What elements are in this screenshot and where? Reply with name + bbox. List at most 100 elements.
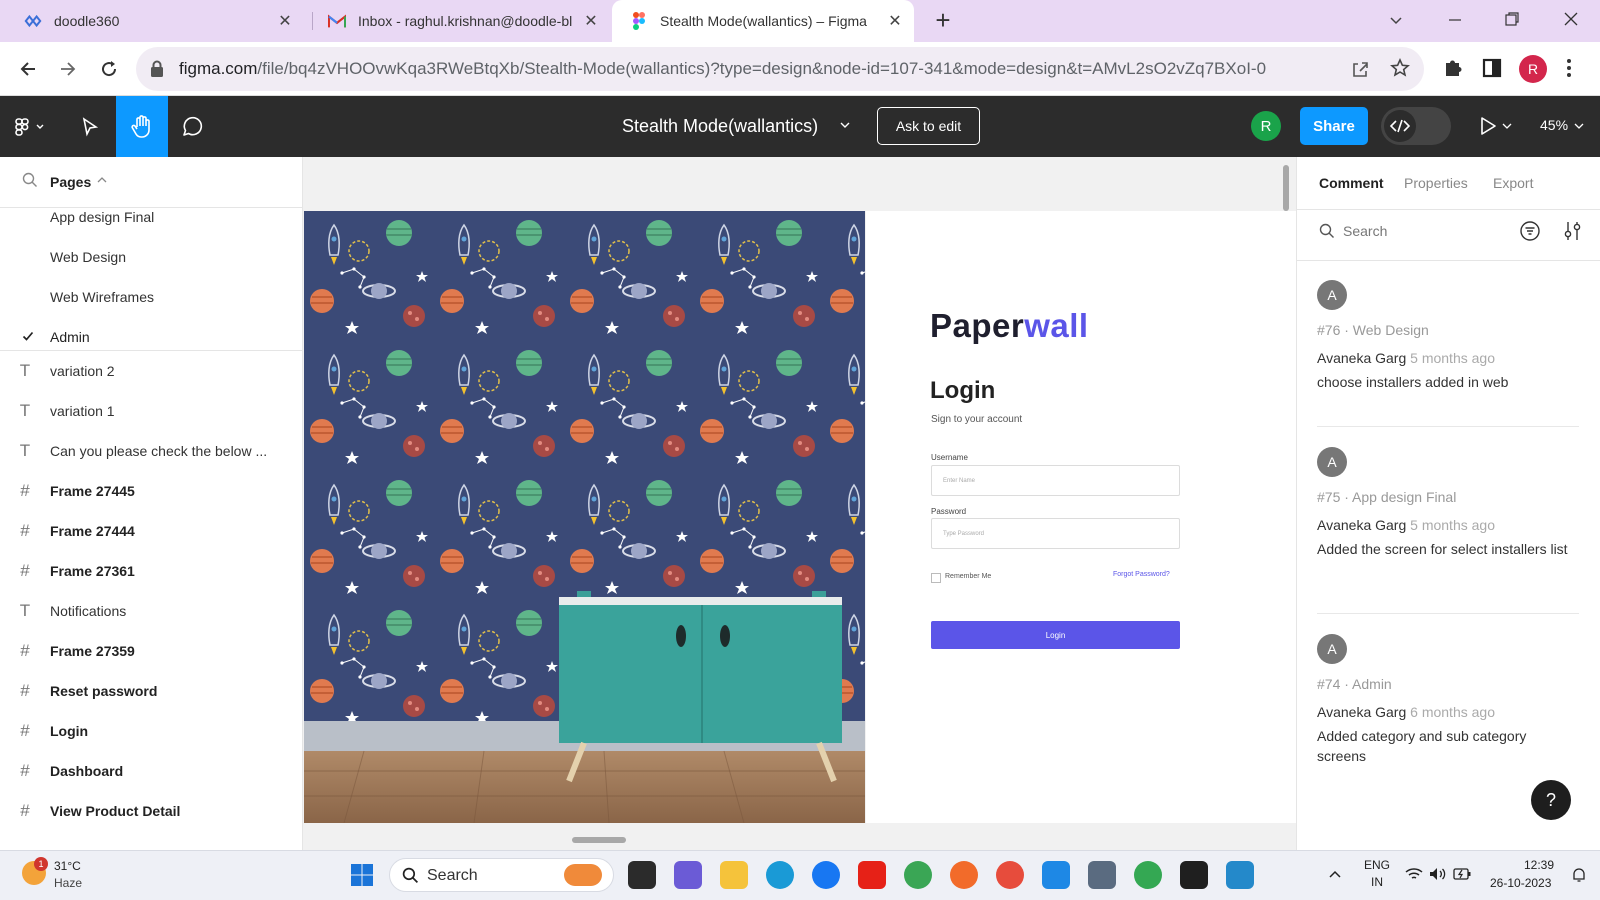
close-tab-icon[interactable]: ✕ bbox=[580, 10, 602, 32]
comment-tool-icon[interactable] bbox=[166, 96, 218, 157]
tab-properties[interactable]: Properties bbox=[1404, 175, 1468, 191]
zoom-level[interactable]: 45% bbox=[1540, 117, 1568, 133]
layer-name: variation 1 bbox=[50, 403, 115, 419]
present-chevron-icon[interactable] bbox=[1502, 121, 1512, 131]
layer-frame-dashboard[interactable]: # Dashboard bbox=[0, 751, 302, 791]
volume-icon[interactable] bbox=[1429, 867, 1447, 881]
page-item-web-design[interactable]: Web Design bbox=[50, 249, 126, 265]
windows-start-icon[interactable] bbox=[350, 863, 374, 887]
design-canvas[interactable]: Paperwall Login Sign to your account Use… bbox=[303, 157, 1296, 850]
layer-text-variation-2[interactable]: T variation 2 bbox=[0, 351, 302, 391]
tray-chevron-up-icon[interactable] bbox=[1328, 869, 1342, 879]
forward-icon[interactable] bbox=[54, 55, 82, 83]
browser-tab-doodle360[interactable]: doodle360 ✕ bbox=[0, 0, 304, 42]
layer-frame-27444[interactable]: # Frame 27444 bbox=[0, 511, 302, 551]
clock-time[interactable]: 12:39 bbox=[1524, 858, 1554, 872]
youtube-icon[interactable] bbox=[858, 861, 886, 889]
profile-avatar[interactable]: R bbox=[1519, 55, 1547, 83]
notepad-icon[interactable] bbox=[1042, 861, 1070, 889]
move-tool-cursor-icon[interactable] bbox=[64, 96, 116, 157]
chrome-profile-icon[interactable] bbox=[1134, 861, 1162, 889]
address-bar[interactable]: figma.com/file/bq4zVHOOvwKqa3RWeBtqXb/St… bbox=[136, 47, 1424, 91]
tab-search-chevron-icon[interactable] bbox=[1388, 12, 1404, 28]
clock-date[interactable]: 26-10-2023 bbox=[1490, 876, 1551, 890]
calculator-icon[interactable] bbox=[1088, 861, 1116, 889]
avatar: A bbox=[1317, 634, 1347, 664]
edge-browser-icon[interactable] bbox=[766, 861, 794, 889]
layer-frame-reset-password[interactable]: # Reset password bbox=[0, 671, 302, 711]
layer-text-notifications[interactable]: T Notifications bbox=[0, 591, 302, 631]
back-icon[interactable] bbox=[14, 55, 42, 83]
taskbar-search-box[interactable]: Search bbox=[389, 858, 614, 892]
reload-icon[interactable] bbox=[95, 55, 123, 83]
browser-tab-figma[interactable]: Stealth Mode(wallantics) – Figma ✕ bbox=[612, 0, 914, 42]
more-menu-icon[interactable] bbox=[1566, 58, 1572, 78]
layer-text-comment[interactable]: T Can you please check the below ... bbox=[0, 431, 302, 471]
layer-frame-27361[interactable]: # Frame 27361 bbox=[0, 551, 302, 591]
share-button[interactable]: Share bbox=[1300, 107, 1368, 145]
pages-collapse-chevron-icon[interactable] bbox=[97, 175, 107, 185]
bookmark-star-icon[interactable] bbox=[1390, 58, 1410, 78]
ask-to-edit-button[interactable]: Ask to edit bbox=[877, 107, 980, 145]
close-tab-icon[interactable]: ✕ bbox=[274, 10, 296, 32]
settings-sliders-icon[interactable] bbox=[1563, 220, 1583, 242]
user-avatar[interactable]: R bbox=[1251, 111, 1281, 141]
comment-search-input[interactable]: Search bbox=[1343, 223, 1387, 239]
facebook-icon[interactable] bbox=[812, 861, 840, 889]
layer-frame-27445[interactable]: # Frame 27445 bbox=[0, 471, 302, 511]
layer-frame-27359[interactable]: # Frame 27359 bbox=[0, 631, 302, 671]
terminal-icon[interactable] bbox=[1180, 861, 1208, 889]
new-tab-button[interactable]: + bbox=[930, 7, 956, 34]
filter-list-icon[interactable] bbox=[1519, 220, 1541, 242]
restore-icon[interactable] bbox=[1504, 11, 1520, 27]
layers-panel: Pages App design Final Web Design Web Wi… bbox=[0, 157, 303, 850]
present-play-icon[interactable] bbox=[1478, 116, 1498, 136]
page-item-admin[interactable]: Admin bbox=[50, 329, 90, 345]
pages-header[interactable]: Pages bbox=[50, 174, 91, 190]
wifi-icon[interactable] bbox=[1405, 867, 1423, 881]
frame-hash-icon: # bbox=[20, 481, 30, 500]
battery-icon[interactable] bbox=[1453, 868, 1471, 880]
hand-tool-icon[interactable] bbox=[116, 96, 168, 157]
weather-temp[interactable]: 31°C bbox=[54, 859, 81, 873]
vscode-icon[interactable] bbox=[1226, 861, 1254, 889]
teams-chat-icon[interactable] bbox=[674, 861, 702, 889]
close-tab-icon[interactable]: ✕ bbox=[884, 10, 906, 32]
side-panel-icon[interactable] bbox=[1482, 58, 1502, 78]
pen-app-icon[interactable] bbox=[950, 861, 978, 889]
notification-bell-icon[interactable] bbox=[1572, 867, 1586, 883]
browser-tab-gmail[interactable]: Inbox - raghul.krishnan@doodle-bl ✕ bbox=[312, 0, 610, 42]
task-view-icon[interactable] bbox=[628, 861, 656, 889]
search-icon bbox=[1319, 223, 1335, 239]
figma-main-menu-button[interactable] bbox=[6, 96, 56, 157]
file-explorer-icon[interactable] bbox=[720, 861, 748, 889]
minimize-icon[interactable] bbox=[1447, 12, 1463, 28]
language-bottom[interactable]: IN bbox=[1371, 875, 1383, 889]
gecko-app-icon[interactable] bbox=[904, 861, 932, 889]
horizontal-scrollbar[interactable] bbox=[572, 837, 626, 843]
file-title-chevron-icon[interactable] bbox=[839, 119, 851, 131]
close-window-icon[interactable] bbox=[1563, 11, 1579, 27]
dev-mode-toggle[interactable] bbox=[1381, 107, 1451, 145]
search-icon[interactable] bbox=[22, 172, 38, 188]
layer-name: Notifications bbox=[50, 603, 127, 619]
chrome-icon[interactable] bbox=[996, 861, 1024, 889]
comment-thread[interactable]: A #76 · Web Design Avaneka Garg 5 months… bbox=[1317, 280, 1579, 392]
tab-export[interactable]: Export bbox=[1493, 175, 1533, 191]
layer-frame-view-product-detail[interactable]: # View Product Detail bbox=[0, 791, 302, 831]
help-button[interactable]: ? bbox=[1531, 780, 1571, 820]
weather-desc[interactable]: Haze bbox=[54, 876, 82, 890]
page-item-app-design-final[interactable]: App design Final bbox=[50, 209, 154, 225]
layer-text-variation-1[interactable]: T variation 1 bbox=[0, 391, 302, 431]
file-title[interactable]: Stealth Mode(wallantics) bbox=[622, 116, 818, 137]
language-top[interactable]: ENG bbox=[1364, 858, 1390, 872]
tab-comment[interactable]: Comment bbox=[1319, 175, 1384, 191]
layer-frame-login[interactable]: # Login bbox=[0, 711, 302, 751]
extensions-puzzle-icon[interactable] bbox=[1442, 57, 1464, 79]
share-page-icon[interactable] bbox=[1350, 59, 1370, 79]
page-item-web-wireframes[interactable]: Web Wireframes bbox=[50, 289, 154, 305]
comment-thread[interactable]: A #74 · Admin Avaneka Garg 6 months ago … bbox=[1317, 634, 1579, 766]
zoom-chevron-icon[interactable] bbox=[1574, 121, 1584, 131]
comment-thread[interactable]: A #75 · App design Final Avaneka Garg 5 … bbox=[1317, 447, 1579, 559]
vertical-scrollbar[interactable] bbox=[1283, 165, 1289, 211]
